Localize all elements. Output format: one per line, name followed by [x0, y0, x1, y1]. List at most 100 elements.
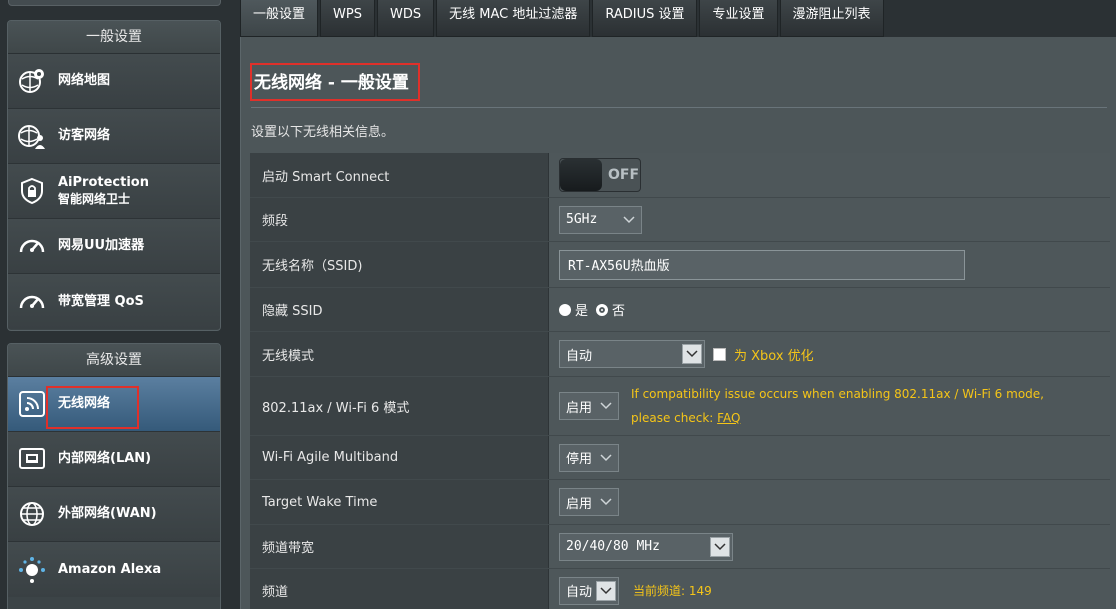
- sidebar-top-stub: [8, 0, 221, 6]
- agile-multiband-select[interactable]: 停用: [559, 443, 619, 472]
- sidebar-item-label: 访客网络: [58, 128, 111, 143]
- tab-general[interactable]: 一般设置: [240, 0, 319, 37]
- sidebar-item-alexa[interactable]: Amazon Alexa: [8, 542, 220, 597]
- hide-ssid-yes-radio[interactable]: 是: [559, 300, 588, 319]
- hide-ssid-value: 是 否: [549, 288, 1110, 331]
- main-panel: 无线网络 - 一般设置 设置以下无线相关信息。 启动 Smart Connect…: [240, 37, 1116, 609]
- ax-note-line1: If compatibility issue occurs when enabl…: [631, 387, 1044, 401]
- ssid-label: 无线名称（SSID): [250, 242, 549, 287]
- smart-connect-toggle[interactable]: OFF: [559, 158, 641, 192]
- faq-link[interactable]: FAQ: [717, 411, 740, 425]
- ssid-input[interactable]: RT-AX56U热血版: [559, 249, 965, 280]
- sidebar-item-network-map[interactable]: 网络地图: [8, 54, 220, 109]
- ax-mode-select[interactable]: 启用: [559, 392, 619, 420]
- wireless-settings-form: 启动 Smart Connect OFF 频段 5GHz 无线名称（SSID): [250, 153, 1110, 609]
- form-row-ax-mode: 802.11ax / Wi-Fi 6 模式 启用 If compatibilit…: [250, 377, 1110, 436]
- twt-select[interactable]: 启用: [559, 488, 619, 516]
- ax-note-check: please check:: [631, 411, 718, 425]
- agile-multiband-label: Wi-Fi Agile Multiband: [250, 436, 549, 479]
- sidebar-item-wireless[interactable]: 无线网络: [8, 377, 220, 432]
- agile-multiband-value: 停用: [549, 436, 1110, 479]
- form-row-channel: 频道 自动 当前频道: 149: [250, 569, 1110, 609]
- tab-roaming-block[interactable]: 漫游阻止列表: [779, 0, 884, 37]
- tab-mac-filter[interactable]: 无线 MAC 地址过滤器: [436, 0, 591, 37]
- page-title: 无线网络 - 一般设置: [254, 73, 409, 93]
- band-value: 5GHz: [549, 198, 1110, 241]
- hide-ssid-label: 隐藏 SSID: [250, 288, 549, 331]
- agile-multiband-selected: 停用: [566, 452, 593, 467]
- xbox-optimize-label: 为 Xbox 优化: [734, 348, 814, 364]
- sidebar-item-lan[interactable]: 内部网络(LAN): [8, 432, 220, 487]
- channel-select[interactable]: 自动: [559, 576, 619, 605]
- ssid-value: RT-AX56U热血版: [549, 242, 1110, 287]
- wireless-mode-select[interactable]: 自动: [559, 340, 705, 368]
- sidebar-item-label: Amazon Alexa: [58, 561, 162, 577]
- globe-icon: [16, 498, 48, 530]
- channel-selected: 自动: [566, 585, 593, 600]
- sidebar-item-label: 内部网络(LAN): [58, 451, 152, 466]
- wireless-mode-value: 自动 为 Xbox 优化: [549, 332, 1110, 376]
- radio-no-label: 否: [612, 304, 626, 319]
- tab-wds[interactable]: WDS: [376, 0, 435, 37]
- lan-icon: [16, 443, 48, 475]
- hide-ssid-no-radio[interactable]: 否: [596, 300, 625, 319]
- ax-compat-note: If compatibility issue occurs when enabl…: [631, 382, 1044, 430]
- channel-label: 频道: [250, 569, 549, 609]
- title-divider: [251, 107, 1107, 108]
- gauge-icon: [16, 286, 48, 318]
- wireless-mode-selected: 自动: [566, 348, 593, 364]
- sidebar-item-wan[interactable]: 外部网络(WAN): [8, 487, 220, 542]
- chevron-down-icon: [710, 536, 730, 557]
- sidebar-item-label: 无线网络: [58, 396, 111, 411]
- general-settings-header: 一般设置: [8, 21, 220, 54]
- twt-value: 启用: [549, 480, 1110, 524]
- channel-value: 自动 当前频道: 149: [549, 569, 1110, 609]
- tab-wps[interactable]: WPS: [320, 0, 375, 37]
- chevron-down-icon: [596, 448, 616, 468]
- radio-yes-label: 是: [575, 304, 589, 319]
- page-description: 设置以下无线相关信息。: [251, 125, 395, 140]
- advanced-settings-group: 高级设置 无线网络 内部网络(LAN) 外部网络(WAN) Amazon Ale…: [7, 343, 221, 609]
- band-select[interactable]: 5GHz: [559, 205, 642, 234]
- network-map-icon: [16, 65, 48, 97]
- chevron-down-icon: [596, 580, 616, 601]
- bandwidth-value: 20/40/80 MHz: [549, 525, 1110, 568]
- sidebar-item-qos[interactable]: 带宽管理 QoS: [8, 274, 220, 329]
- gauge-icon: [16, 230, 48, 262]
- ax-mode-selected: 启用: [566, 400, 593, 416]
- toggle-knob: [560, 159, 602, 191]
- toggle-state-text: OFF: [608, 167, 640, 183]
- form-row-twt: Target Wake Time 启用: [250, 480, 1110, 525]
- chevron-down-icon: [682, 344, 702, 364]
- ax-note-line2: please check: FAQ: [631, 406, 1044, 430]
- sidebar-item-uu-accelerator[interactable]: 网易UU加速器: [8, 219, 220, 274]
- chevron-down-icon: [619, 210, 639, 230]
- tab-radius[interactable]: RADIUS 设置: [592, 0, 698, 37]
- alexa-icon: [16, 554, 48, 586]
- wireless-mode-label: 无线模式: [250, 332, 549, 376]
- advanced-settings-header: 高级设置: [8, 344, 220, 377]
- twt-selected: 启用: [566, 496, 593, 512]
- general-settings-group: 一般设置 网络地图 访客网络 AiProtection 智能网络卫士 网易UU加…: [7, 20, 221, 331]
- xbox-optimize-checkbox[interactable]: [713, 347, 726, 361]
- sidebar-item-guest-network[interactable]: 访客网络: [8, 109, 220, 164]
- form-row-wireless-mode: 无线模式 自动 为 Xbox 优化: [250, 332, 1110, 377]
- chevron-down-icon: [596, 396, 616, 416]
- tab-professional[interactable]: 专业设置: [699, 0, 778, 37]
- guest-network-icon: [16, 120, 48, 152]
- wireless-icon: [16, 388, 48, 420]
- form-row-agile-multiband: Wi-Fi Agile Multiband 停用: [250, 436, 1110, 480]
- form-row-smart-connect: 启动 Smart Connect OFF: [250, 153, 1110, 198]
- sidebar-item-label: 外部网络(WAN): [58, 506, 157, 521]
- radio-selected-icon: [596, 303, 609, 316]
- shield-lock-icon: [16, 175, 48, 207]
- sidebar-item-aiprotection[interactable]: AiProtection 智能网络卫士: [8, 164, 220, 219]
- sidebar-item-label: 网易UU加速器: [58, 238, 145, 253]
- chevron-down-icon: [596, 492, 616, 512]
- form-row-hide-ssid: 隐藏 SSID 是 否: [250, 288, 1110, 332]
- aiprotection-title: AiProtection: [58, 175, 149, 190]
- sidebar-item-label: AiProtection 智能网络卫士: [58, 175, 149, 207]
- bandwidth-select[interactable]: 20/40/80 MHz: [559, 532, 733, 561]
- form-row-bandwidth: 频道带宽 20/40/80 MHz: [250, 525, 1110, 569]
- sidebar-item-label: 带宽管理 QoS: [58, 293, 144, 309]
